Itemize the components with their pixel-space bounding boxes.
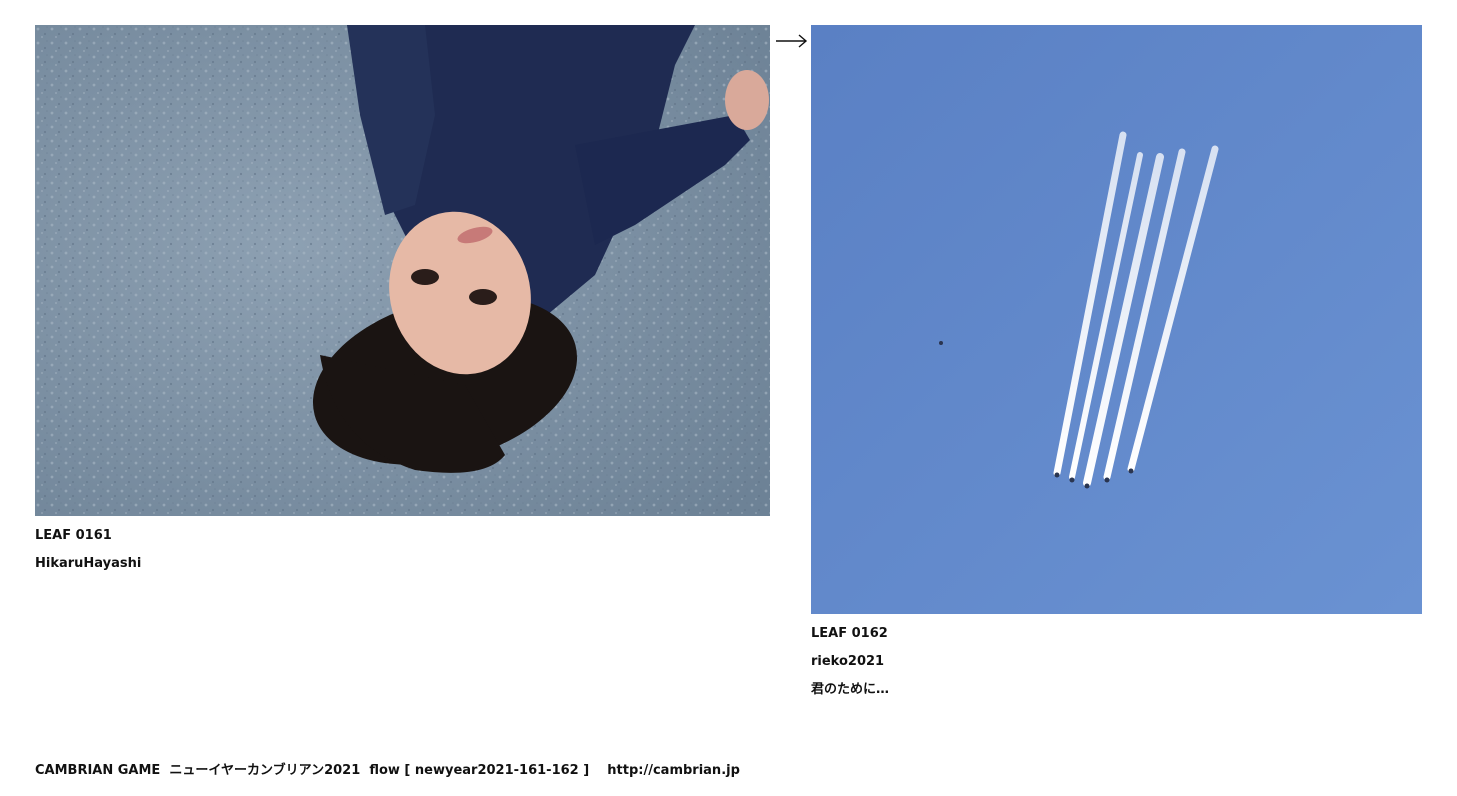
footer-event-title: ニューイヤーカンブリアン2021 bbox=[169, 763, 361, 778]
leaf-id: LEAF 0161 bbox=[35, 528, 112, 543]
leaf-id: LEAF 0162 bbox=[811, 626, 888, 641]
leaf-author[interactable]: HikaruHayashi bbox=[35, 556, 770, 572]
footer-flow-id: flow [ newyear2021-161-162 ] bbox=[369, 763, 590, 778]
leaf-0162-photo[interactable] bbox=[811, 25, 1422, 614]
child-lying-photo bbox=[35, 25, 770, 516]
footer-game-title: CAMBRIAN GAME bbox=[35, 763, 161, 778]
footer: CAMBRIAN GAME ニューイヤーカンブリアン2021 flow [ ne… bbox=[35, 763, 740, 779]
leaf-author[interactable]: rieko2021 bbox=[811, 654, 1422, 670]
leaf-comment: 君のために… bbox=[811, 682, 890, 697]
contrails-sky-photo bbox=[811, 25, 1422, 614]
leaf-0161-photo[interactable] bbox=[35, 25, 770, 516]
leaf-0161: LEAF 0161 HikaruHayashi bbox=[35, 25, 770, 572]
flow-arrow-icon bbox=[775, 28, 809, 54]
leaf-0162: LEAF 0162 rieko2021 君のために… bbox=[811, 25, 1422, 698]
footer-site-link[interactable]: http://cambrian.jp bbox=[607, 763, 740, 778]
